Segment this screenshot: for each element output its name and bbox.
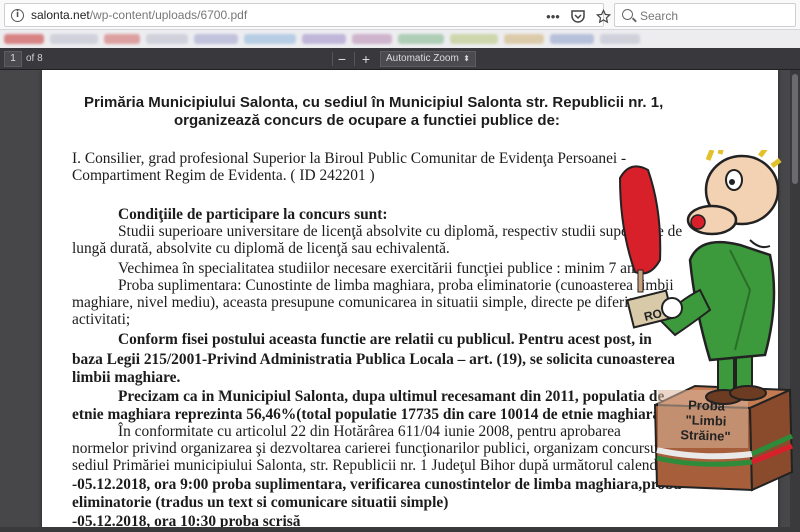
- bookmark-item[interactable]: [352, 34, 392, 44]
- search-icon: [622, 9, 633, 20]
- bookmark-item[interactable]: [504, 34, 544, 44]
- text-line: I. Consilier, grad profesional Superior …: [72, 150, 627, 167]
- cartoon-figure-image: [618, 145, 794, 492]
- bookmark-item[interactable]: [302, 34, 346, 44]
- site-info-icon[interactable]: i: [11, 9, 24, 22]
- bookmark-item[interactable]: [194, 34, 238, 44]
- bookmark-item[interactable]: [104, 34, 140, 44]
- page-count: of 8: [26, 53, 43, 64]
- bookmark-item[interactable]: [450, 34, 498, 44]
- heading-line-2: organizează concurs de ocupare a functie…: [174, 112, 560, 129]
- text-line: etnie maghiara reprezinta 56,46%(total p…: [72, 406, 670, 423]
- search-field[interactable]: Search: [614, 3, 796, 27]
- bookmark-star-icon[interactable]: [595, 8, 611, 24]
- bookmark-item[interactable]: [146, 34, 188, 44]
- text-line: -05.12.2018, ora 10:30 proba scrisă: [72, 513, 301, 527]
- text-line: Proba suplimentara: Cunostinte de limba …: [118, 277, 674, 294]
- heading-line-1: Primăria Municipiului Salonta, cu sediul…: [84, 94, 664, 111]
- text-line: Compartiment Regim de Evidenta. ( ID 242…: [72, 167, 375, 184]
- url-path: /wp-content/uploads/6700.pdf: [89, 8, 248, 22]
- character-head: [686, 145, 782, 249]
- text-line: În conformitate cu articolul 22 din Hotă…: [118, 423, 621, 440]
- zoom-out-button[interactable]: −: [333, 50, 351, 68]
- bookmark-item[interactable]: [4, 34, 44, 44]
- toolbar-divider: [354, 52, 355, 66]
- text-line: lungă durată, absolvite cu diplomă de li…: [72, 240, 450, 257]
- pdf-toolbar: 1 of 8 − + Automatic Zoom ⬍: [0, 48, 800, 70]
- zoom-value: Automatic Zoom: [386, 53, 459, 64]
- text-line: activitati;: [72, 311, 131, 328]
- text-line: limbii maghiare.: [72, 369, 181, 386]
- url-text[interactable]: salonta.net/wp-content/uploads/6700.pdf: [31, 8, 247, 22]
- search-placeholder: Search: [640, 9, 679, 23]
- text-line: Conform fisei postului aceasta functie a…: [118, 331, 652, 348]
- bookmark-item[interactable]: [50, 34, 98, 44]
- box-label: Proba "Limbi Străine": [665, 397, 747, 445]
- zoom-select[interactable]: Automatic Zoom ⬍: [380, 51, 476, 67]
- more-actions-icon[interactable]: •••: [545, 8, 561, 24]
- text-line: -05.12.2018, ora 9:00 proba suplimentara…: [72, 476, 682, 493]
- red-sausage: [618, 165, 662, 293]
- page-number-input[interactable]: 1: [4, 51, 22, 67]
- text-line: Condiţiile de participare la concurs sun…: [118, 206, 388, 223]
- chevron-updown-icon: ⬍: [463, 54, 470, 63]
- url-field[interactable]: i salonta.net/wp-content/uploads/6700.pd…: [4, 3, 611, 27]
- bookmark-item[interactable]: [550, 34, 594, 44]
- url-domain: salonta.net: [31, 8, 90, 22]
- box-label-line: Străine": [680, 427, 731, 444]
- url-actions: •••: [545, 6, 611, 26]
- text-line: Vechimea în specialitatea studiilor nece…: [118, 260, 639, 277]
- text-line: Precizam ca in Municipiul Salonta, dupa …: [118, 388, 665, 405]
- bookmarks-bar: [0, 30, 800, 48]
- text-line: Studii superioare universitare de licenţ…: [118, 223, 683, 240]
- pocket-icon[interactable]: [570, 8, 586, 24]
- text-line: normelor privind organizarea şi dezvolta…: [72, 440, 677, 457]
- text-line: maghiare, nivel mediu), aceasta presupun…: [72, 294, 640, 311]
- text-line: baza Legii 215/2001-Privind Administrati…: [72, 351, 675, 368]
- zoom-in-button[interactable]: +: [357, 50, 375, 68]
- text-line: eliminatorie (tradus un text si comunica…: [72, 494, 449, 511]
- bookmark-item[interactable]: [398, 34, 444, 44]
- bookmark-item[interactable]: [244, 34, 296, 44]
- browser-toolbar: i salonta.net/wp-content/uploads/6700.pd…: [0, 0, 800, 30]
- cartoon-illustration: RO Proba "Limbi Străine": [600, 145, 800, 527]
- bookmark-item[interactable]: [600, 34, 640, 44]
- text-line: sediul Primăriei municipiului Salonta, s…: [72, 457, 674, 474]
